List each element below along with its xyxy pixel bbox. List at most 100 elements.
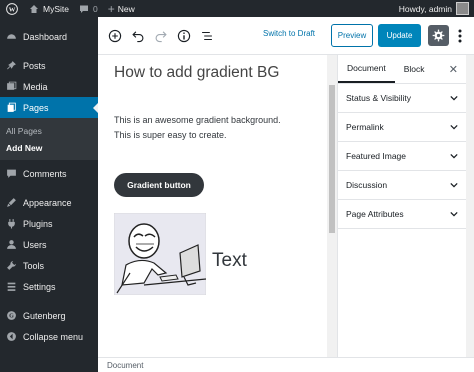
comment-icon bbox=[6, 168, 17, 179]
sidebar-item-label: Users bbox=[23, 239, 47, 250]
comment-icon bbox=[79, 5, 88, 13]
post-title[interactable]: How to add gradient BG bbox=[114, 64, 279, 82]
panel-section-label: Discussion bbox=[346, 180, 388, 190]
dashboard-icon bbox=[6, 31, 17, 42]
canvas-scrollbar[interactable] bbox=[327, 55, 337, 357]
settings-toggle-button[interactable] bbox=[428, 25, 449, 46]
sidebar-item-label: Settings bbox=[23, 281, 56, 292]
tab-block[interactable]: Block bbox=[395, 55, 434, 83]
meme-computer-image bbox=[113, 212, 207, 296]
undo-icon bbox=[132, 30, 144, 42]
sidebar-item-tools[interactable]: Tools bbox=[0, 255, 98, 276]
chevron-down-icon bbox=[450, 182, 458, 188]
home-icon bbox=[30, 4, 38, 13]
panel-section-featured-image[interactable]: Featured Image bbox=[338, 142, 466, 171]
scrollbar-thumb[interactable] bbox=[329, 85, 335, 233]
panel-section-page-attributes[interactable]: Page Attributes bbox=[338, 200, 466, 229]
gradient-button-block[interactable]: Gradient button bbox=[114, 173, 204, 197]
panel-section-label: Page Attributes bbox=[346, 209, 404, 219]
site-name-link[interactable]: MySite bbox=[24, 0, 74, 17]
sidebar-item-appearance[interactable]: Appearance bbox=[0, 192, 98, 213]
sidebar-item-label: Pages bbox=[23, 102, 49, 113]
editor-canvas: How to add gradient BG This is an awesom… bbox=[98, 55, 327, 357]
chevron-down-icon bbox=[450, 153, 458, 159]
collapse-icon bbox=[6, 331, 17, 342]
media-text-content[interactable]: Text bbox=[212, 250, 247, 272]
panel-section-label: Featured Image bbox=[346, 151, 407, 161]
tab-document[interactable]: Document bbox=[338, 55, 395, 83]
sidebar-item-users[interactable]: Users bbox=[0, 234, 98, 255]
panel-scrollbar[interactable] bbox=[466, 55, 474, 357]
settings-icon bbox=[6, 281, 17, 292]
panel-tabs: Document Block ✕ bbox=[338, 55, 466, 84]
redo-button[interactable] bbox=[150, 25, 172, 47]
info-icon bbox=[177, 29, 191, 42]
svg-text:G: G bbox=[9, 314, 14, 320]
editor-toolbar: Switch to Draft Preview Update bbox=[98, 17, 474, 55]
sidebar-item-settings[interactable]: Settings bbox=[0, 276, 98, 297]
plus-circle-icon bbox=[108, 29, 122, 42]
users-icon bbox=[6, 239, 17, 250]
switch-to-draft-link[interactable]: Switch to Draft bbox=[263, 29, 315, 38]
update-button[interactable]: Update bbox=[378, 24, 421, 47]
sidebar-item-label: Comments bbox=[23, 168, 67, 179]
sidebar-item-label: Dashboard bbox=[23, 31, 68, 42]
panel-section-label: Status & Visibility bbox=[346, 93, 412, 103]
panel-section-discussion[interactable]: Discussion bbox=[338, 171, 466, 200]
comments-link[interactable]: 0 bbox=[74, 0, 103, 17]
sidebar-item-label: Collapse menu bbox=[23, 331, 84, 342]
content-info-button[interactable] bbox=[173, 25, 195, 47]
settings-sidebar: Document Block ✕ Status & Visibility Per… bbox=[337, 55, 466, 357]
tools-icon bbox=[6, 260, 17, 271]
pin-icon bbox=[6, 60, 17, 71]
pages-submenu: All Pages Add New bbox=[0, 118, 98, 160]
sidebar-item-comments[interactable]: Comments bbox=[0, 163, 98, 184]
gear-icon bbox=[432, 29, 445, 42]
submenu-add-new[interactable]: Add New bbox=[0, 139, 98, 156]
panel-section-permalink[interactable]: Permalink bbox=[338, 113, 466, 142]
admin-sidebar: Dashboard Posts Media Pages All Pages Ad… bbox=[0, 17, 99, 372]
paragraph-block[interactable]: This is super easy to create. bbox=[114, 130, 227, 140]
sidebar-item-label: Gutenberg bbox=[23, 310, 66, 321]
more-vertical-icon bbox=[458, 29, 462, 42]
undo-button[interactable] bbox=[127, 25, 149, 47]
sidebar-item-pages[interactable]: Pages bbox=[0, 97, 99, 118]
chevron-down-icon bbox=[450, 124, 458, 130]
more-menu-button[interactable] bbox=[453, 25, 467, 46]
sidebar-item-label: Tools bbox=[23, 260, 45, 271]
sidebar-item-gutenberg[interactable]: G Gutenberg bbox=[0, 305, 98, 326]
sidebar-item-plugins[interactable]: Plugins bbox=[0, 213, 98, 234]
sidebar-item-label: Media bbox=[23, 81, 48, 92]
sidebar-item-media[interactable]: Media bbox=[0, 76, 98, 97]
admin-bar: W MySite 0 + New Howdy, admin bbox=[0, 0, 474, 17]
pages-icon bbox=[6, 102, 17, 113]
account-menu[interactable]: Howdy, admin bbox=[394, 0, 474, 17]
collapse-menu-button[interactable]: Collapse menu bbox=[0, 326, 98, 347]
wordpress-logo-icon[interactable]: W bbox=[0, 0, 24, 17]
close-icon[interactable]: ✕ bbox=[449, 63, 458, 76]
paragraph-block[interactable]: This is an awesome gradient background. bbox=[114, 115, 281, 125]
list-icon bbox=[202, 31, 212, 40]
submenu-all-pages[interactable]: All Pages bbox=[0, 122, 98, 139]
sidebar-item-label: Plugins bbox=[23, 218, 53, 229]
appearance-icon bbox=[6, 197, 17, 208]
breadcrumb-document[interactable]: Document bbox=[107, 361, 143, 370]
preview-button[interactable]: Preview bbox=[331, 24, 373, 47]
avatar bbox=[456, 2, 469, 15]
panel-section-status-visibility[interactable]: Status & Visibility bbox=[338, 84, 466, 113]
new-content-link[interactable]: + New bbox=[103, 0, 140, 17]
media-icon bbox=[6, 81, 17, 92]
new-label: New bbox=[117, 3, 135, 14]
svg-text:W: W bbox=[9, 6, 16, 13]
add-block-button[interactable] bbox=[104, 25, 126, 47]
media-image[interactable] bbox=[113, 212, 207, 296]
sidebar-item-label: Appearance bbox=[23, 197, 72, 208]
comments-count: 0 bbox=[92, 3, 98, 14]
sidebar-item-dashboard[interactable]: Dashboard bbox=[0, 26, 98, 47]
sidebar-item-posts[interactable]: Posts bbox=[0, 55, 98, 76]
chevron-down-icon bbox=[450, 211, 458, 217]
block-breadcrumb: Document bbox=[98, 357, 474, 372]
block-navigation-button[interactable] bbox=[196, 25, 218, 47]
sidebar-item-label: Posts bbox=[23, 60, 46, 71]
plus-icon: + bbox=[107, 1, 115, 16]
